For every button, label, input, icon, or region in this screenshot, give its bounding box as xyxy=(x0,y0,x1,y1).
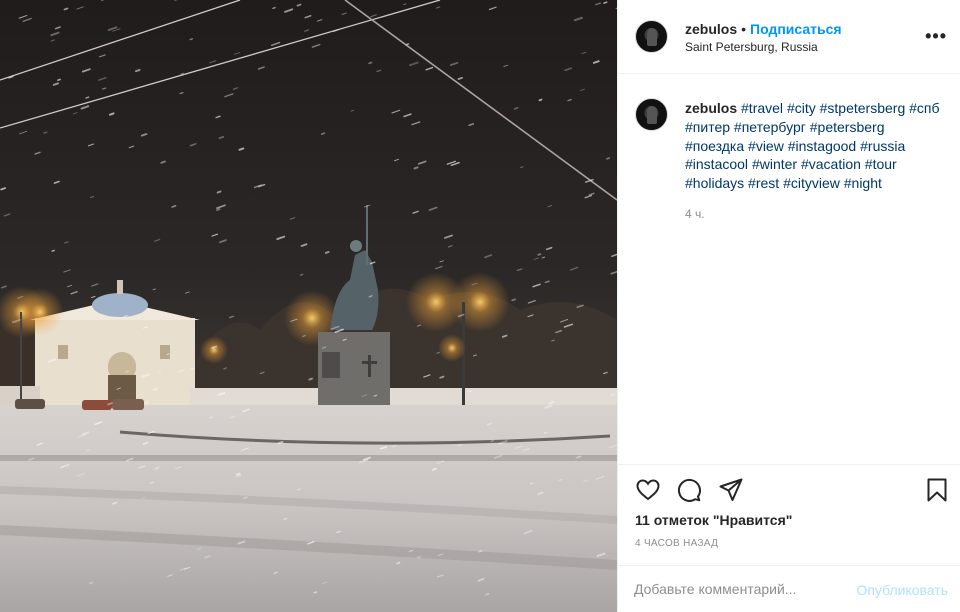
hashtag-link[interactable]: #night xyxy=(844,175,882,191)
caption-username[interactable]: zebulos xyxy=(685,100,737,116)
caption-time: 4 ч. xyxy=(685,207,705,221)
separator-dot: • xyxy=(741,21,747,37)
hashtag-link[interactable]: #russia xyxy=(860,138,905,154)
hashtag-link[interactable]: #vacation xyxy=(801,156,861,172)
follow-button[interactable]: Подписаться xyxy=(750,21,842,37)
hashtag-link[interactable]: #питер xyxy=(685,119,730,135)
post-photo[interactable] xyxy=(0,0,617,612)
caption-block: zebulos #travel #city #stpetersberg #спб… xyxy=(618,74,960,464)
author-username[interactable]: zebulos xyxy=(685,21,737,37)
hashtag-link[interactable]: #holidays xyxy=(685,175,744,191)
hashtag-link[interactable]: #cityview xyxy=(783,175,840,191)
author-row: zebulos • Подписаться xyxy=(685,21,842,37)
author-avatar[interactable] xyxy=(635,20,668,53)
more-options-icon[interactable]: ••• xyxy=(925,27,947,45)
heart-outline-icon[interactable] xyxy=(635,477,661,503)
post-side-panel: zebulos • Подписаться Saint Petersburg, Ru… xyxy=(617,0,960,612)
snowy-night-square-photo xyxy=(0,0,617,612)
hashtag-link[interactable]: #tour xyxy=(865,156,897,172)
comment-bar: Опубликовать xyxy=(618,565,960,612)
comment-input[interactable] xyxy=(634,578,844,600)
post-timestamp[interactable]: 4 ЧАСОВ НАЗАД xyxy=(635,538,718,549)
hashtag-link[interactable]: #поездка xyxy=(685,138,744,154)
hashtag-link[interactable]: #stpetersberg xyxy=(820,100,906,116)
post-header: zebulos • Подписаться Saint Petersburg, Ru… xyxy=(618,0,960,74)
bookmark-icon[interactable] xyxy=(924,477,950,503)
hashtag-link[interactable]: #rest xyxy=(748,175,779,191)
hashtag-link[interactable]: #winter xyxy=(752,156,797,172)
hashtag-link[interactable]: #city xyxy=(787,100,816,116)
hashtag-link[interactable]: #travel xyxy=(741,100,783,116)
paper-plane-icon[interactable] xyxy=(718,477,744,503)
hashtag-link[interactable]: #view xyxy=(748,138,784,154)
post-actions: 11 отметок "Нравится" 4 ЧАСОВ НАЗАД xyxy=(618,464,960,565)
hashtag-link[interactable]: #instacool xyxy=(685,156,748,172)
hashtag-link[interactable]: #спб xyxy=(909,100,939,116)
hashtag-link[interactable]: #instagood xyxy=(788,138,857,154)
caption-text: zebulos #travel #city #stpetersberg #спб… xyxy=(685,99,945,193)
publish-button[interactable]: Опубликовать xyxy=(856,582,948,598)
likes-count[interactable]: 11 отметок "Нравится" xyxy=(635,512,792,528)
post-location[interactable]: Saint Petersburg, Russia xyxy=(685,40,818,54)
hashtag-link[interactable]: #petersberg xyxy=(810,119,885,135)
caption-avatar[interactable] xyxy=(635,98,668,131)
speech-bubble-icon[interactable] xyxy=(676,477,702,503)
hashtag-link[interactable]: #петербург xyxy=(734,119,806,135)
